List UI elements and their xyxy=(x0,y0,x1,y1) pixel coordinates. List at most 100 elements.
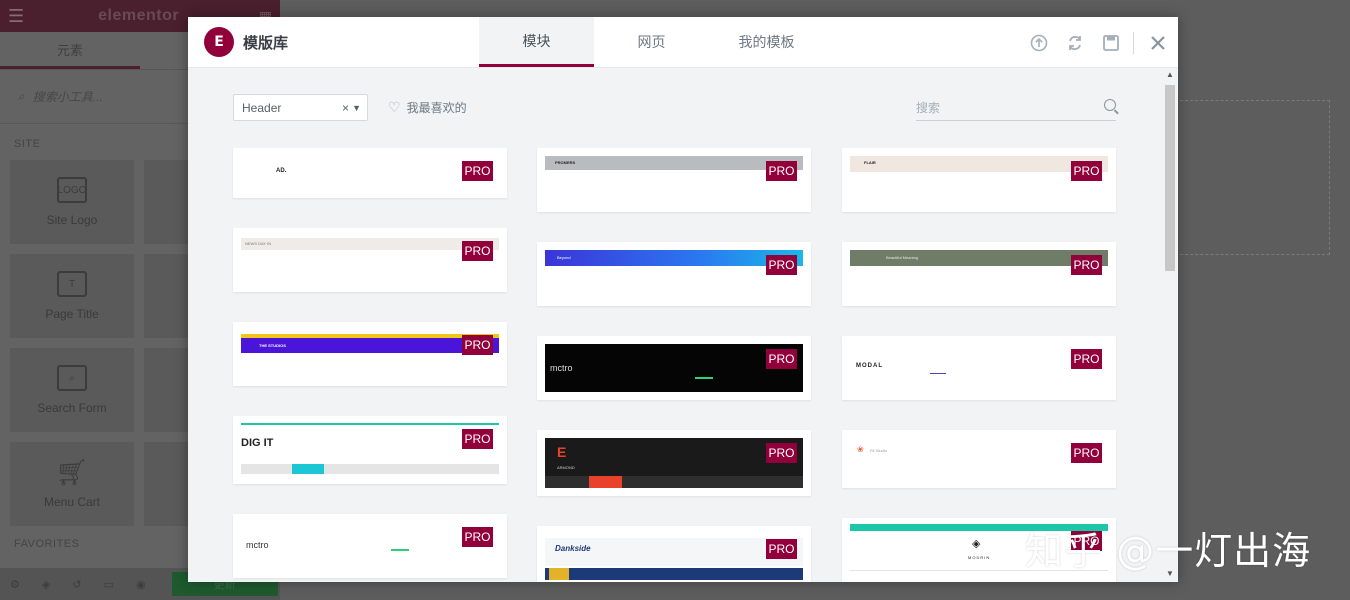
preview-icon[interactable]: ◉ xyxy=(136,578,146,591)
thumb-brand: Beautiful Meaning xyxy=(886,255,919,260)
modal-brand: E 模版库 xyxy=(188,17,479,67)
template-card[interactable]: E ARMOND PRO xyxy=(537,430,811,496)
widget-label: Page Title xyxy=(45,307,99,321)
upload-icon[interactable] xyxy=(1021,17,1057,68)
template-thumbnail: Dankside xyxy=(545,538,803,566)
template-thumbnail: NEWS DAY IN xyxy=(241,238,499,250)
template-card[interactable]: THE STUDIOS PRO xyxy=(233,322,507,386)
pro-badge: PRO xyxy=(462,429,493,449)
template-thumbnail-nav xyxy=(241,464,499,474)
cart-icon: 🛒︎ xyxy=(55,456,89,487)
template-card[interactable]: mctro PRO xyxy=(233,514,507,578)
template-card[interactable]: FLAIR PRO xyxy=(842,148,1116,212)
template-card[interactable]: mctro PRO xyxy=(537,336,811,400)
pro-badge: PRO xyxy=(766,161,797,181)
scrollbar-thumb[interactable] xyxy=(1165,85,1175,271)
tab-my-templates[interactable]: 我的模板 xyxy=(709,17,824,67)
modal-header: E 模版库 模块 网页 我的模板 xyxy=(188,17,1178,68)
site-logo-icon: LOGO xyxy=(57,177,87,203)
template-thumbnail: Beyond xyxy=(545,250,803,266)
thumb-brand: Beyond xyxy=(557,255,571,260)
category-select[interactable]: Header × ▼ xyxy=(233,94,368,121)
pro-badge: PRO xyxy=(766,255,797,275)
chevron-down-icon[interactable]: ▼ xyxy=(352,103,361,113)
tab-pages[interactable]: 网页 xyxy=(594,17,709,67)
pro-badge: PRO xyxy=(1071,161,1102,181)
sync-icon[interactable] xyxy=(1057,17,1093,68)
thumb-brand: NEWS DAY IN xyxy=(245,241,272,246)
template-card[interactable]: Beyond PRO xyxy=(537,242,811,306)
clear-filter-icon[interactable]: × xyxy=(342,101,349,115)
search-icon[interactable] xyxy=(1104,99,1116,111)
template-card[interactable]: Dankside PRO xyxy=(537,526,811,582)
template-thumbnail: AD. xyxy=(241,162,499,182)
template-card[interactable]: Beautiful Meaning PRO xyxy=(842,242,1116,306)
favorites-label: 我最喜欢的 xyxy=(406,101,467,115)
template-card[interactable]: DIG IT PRO xyxy=(233,416,507,484)
search-form-icon: ⌕ xyxy=(57,365,87,391)
template-card[interactable]: AD. PRO xyxy=(233,148,507,198)
template-thumbnail-nav xyxy=(545,476,803,488)
favorites-filter[interactable]: ♡ 我最喜欢的 xyxy=(388,94,467,121)
pro-badge: PRO xyxy=(1071,255,1102,275)
thumb-brand: MODAL xyxy=(856,363,883,369)
elementor-logo-icon: E xyxy=(204,27,234,57)
template-thumbnail-nav xyxy=(545,568,803,580)
widget-label: Menu Cart xyxy=(43,495,101,509)
widget-site-logo[interactable]: LOGO Site Logo xyxy=(10,160,134,244)
pro-badge: PRO xyxy=(462,335,493,355)
layers-icon[interactable]: ◈ xyxy=(42,578,50,591)
history-icon[interactable]: ↺ xyxy=(72,578,81,591)
heart-icon: ♡ xyxy=(388,99,401,115)
save-icon[interactable] xyxy=(1093,17,1129,68)
template-thumbnail: mctro xyxy=(545,344,803,392)
template-thumbnail: E ARMOND xyxy=(545,438,803,476)
template-thumbnail: mctro xyxy=(241,536,499,552)
thumb-brand: Fit Studio xyxy=(870,448,887,453)
widget-search-form[interactable]: ⌕ Search Form xyxy=(10,348,134,432)
modal-tabs: 模块 网页 我的模板 xyxy=(479,17,824,67)
filter-toolbar: Header × ▼ ♡ 我最喜欢的 搜索 xyxy=(233,94,1118,124)
pro-badge: PRO xyxy=(462,241,493,261)
pro-badge: PRO xyxy=(766,349,797,369)
thumb-brand: Dankside xyxy=(555,544,591,553)
thumb-brand: THE STUDIOS xyxy=(259,343,286,348)
widget-menu-cart[interactable]: 🛒︎ Menu Cart xyxy=(10,442,134,526)
thumb-brand: ARMOND xyxy=(557,465,575,470)
settings-icon[interactable]: ⚙ xyxy=(10,578,20,591)
template-card[interactable]: MODAL PRO xyxy=(842,336,1116,400)
widget-search-placeholder: 搜索小工具... xyxy=(32,90,103,104)
modal-title: 模版库 xyxy=(243,34,289,52)
scroll-up-icon[interactable]: ▲ xyxy=(1166,70,1174,79)
template-card[interactable]: ❀ Fit Studio PRO xyxy=(842,430,1116,488)
template-thumbnail: Beautiful Meaning xyxy=(850,250,1108,266)
modal-tools xyxy=(1021,17,1178,68)
tab-elements[interactable]: 元素 xyxy=(0,32,140,69)
thumb-brand: PROMERS xyxy=(555,160,576,165)
thumb-brand: mctro xyxy=(550,363,573,373)
toolbar-divider xyxy=(1133,31,1134,54)
thumb-brand: DIG IT xyxy=(241,437,274,449)
elementor-logo: elementor xyxy=(98,7,180,24)
template-thumbnail: THE STUDIOS xyxy=(241,338,499,353)
responsive-icon[interactable]: ▭ xyxy=(104,578,114,591)
template-thumbnail: ❀ Fit Studio xyxy=(857,445,887,454)
template-search-input[interactable]: 搜索 xyxy=(916,94,1116,121)
thumb-brand: FLAIR xyxy=(864,160,876,165)
modal-body: Header × ▼ ♡ 我最喜欢的 搜索 AD. PRO NEWS DAY I… xyxy=(188,68,1164,582)
thumb-brand: MODRIN xyxy=(968,555,991,560)
template-thumbnail-topbar xyxy=(241,423,499,425)
hamburger-icon[interactable]: ☰ xyxy=(8,6,24,27)
modal-scrollbar[interactable]: ▲ ▼ xyxy=(1164,68,1176,582)
template-thumbnail: MODAL xyxy=(850,358,1108,374)
tab-blocks[interactable]: 模块 xyxy=(479,17,594,67)
template-card[interactable]: PROMERS PRO xyxy=(537,148,811,212)
template-card[interactable]: NEWS DAY IN PRO xyxy=(233,228,507,292)
category-select-value: Header xyxy=(242,100,282,115)
page-title-icon: T xyxy=(57,271,87,297)
widget-page-title[interactable]: T Page Title xyxy=(10,254,134,338)
pro-badge: PRO xyxy=(1071,443,1102,463)
search-icon: ⌕ xyxy=(18,89,25,103)
pro-badge: PRO xyxy=(766,539,797,559)
close-icon[interactable] xyxy=(1138,17,1178,68)
